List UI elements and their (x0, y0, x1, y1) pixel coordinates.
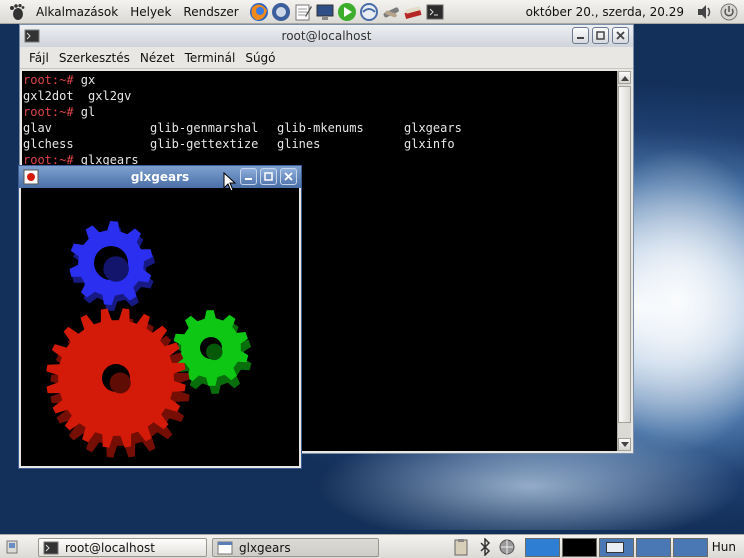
clipboard-icon[interactable] (452, 538, 471, 556)
terminal-line: glav glib-genmarshal glib-mkenums glxgea… (23, 120, 617, 136)
blue-gear (69, 221, 155, 311)
completion-item: glchess (23, 137, 74, 151)
completion-item: glxinfo (404, 137, 455, 151)
terminal-menubar: Fájl Szerkesztés Nézet Terminál Súgó (20, 47, 633, 69)
terminal-line: root:~# gx (23, 72, 617, 88)
terminal-line: glchess glib-gettextize glines glxinfo (23, 136, 617, 152)
task-glxgears[interactable]: glxgears (212, 538, 379, 557)
keyboard-layout[interactable]: Hun (712, 535, 736, 558)
chevron-up-icon (620, 75, 629, 81)
terminal-line: root:~# gl (23, 104, 617, 120)
completion-item: glib-genmarshal (150, 121, 259, 135)
prompt: root:~# (23, 73, 81, 87)
glxgears-task-icon (217, 541, 233, 554)
monitor-icon[interactable] (315, 1, 336, 22)
task-terminal[interactable]: root@localhost (38, 538, 207, 557)
close-button[interactable] (612, 27, 629, 44)
output: gxl2dot gxl2gv (23, 89, 132, 103)
clock[interactable]: október 20., szerda, 20.29 (526, 0, 684, 24)
close-icon (616, 31, 625, 40)
completion-item: glib-gettextize (150, 137, 259, 151)
gl-canvas[interactable] (21, 188, 299, 466)
menu-edit[interactable]: Szerkesztés (54, 51, 135, 65)
glxgears-titlebar[interactable]: glxgears (19, 166, 301, 188)
gears-render (46, 221, 252, 458)
bluetooth-icon[interactable] (476, 537, 495, 557)
network-icon[interactable] (359, 1, 380, 22)
media-player-icon[interactable] (337, 1, 358, 22)
maximize-button[interactable] (260, 168, 277, 185)
maximize-icon (596, 31, 605, 40)
glxgears-window: glxgears (18, 165, 302, 469)
chevron-down-icon (620, 441, 629, 447)
workspace-5[interactable] (673, 538, 708, 557)
menu-applications[interactable]: Alkalmazások (30, 0, 124, 24)
minimize-icon (577, 37, 584, 39)
terminal-line: gxl2dot gxl2gv (23, 88, 617, 104)
terminal-scrollbar[interactable] (617, 71, 631, 451)
shutdown-icon[interactable] (720, 3, 738, 21)
workspace-4[interactable] (636, 538, 671, 557)
close-button[interactable] (280, 168, 297, 185)
green-gear (173, 310, 252, 394)
task-label: glxgears (239, 540, 291, 555)
menu-system[interactable]: Rendszer (177, 0, 244, 24)
menu-view[interactable]: Nézet (135, 51, 180, 65)
close-icon (284, 172, 293, 181)
scroll-down-button[interactable] (618, 438, 631, 451)
maximize-button[interactable] (592, 27, 609, 44)
completion-item: glib-mkenums (277, 121, 364, 135)
prompt: root:~# (23, 105, 81, 119)
volume-icon[interactable] (696, 4, 714, 20)
menu-file[interactable]: Fájl (24, 51, 54, 65)
maximize-icon (264, 172, 273, 181)
task-label: root@localhost (65, 540, 155, 555)
scroll-up-button[interactable] (618, 71, 631, 84)
completion-item: glxgears (404, 121, 462, 135)
thunderbird-icon[interactable] (271, 1, 292, 22)
gnome-foot-icon[interactable] (6, 2, 28, 22)
tools-icon[interactable] (381, 1, 402, 22)
command: gx (80, 73, 96, 87)
books-icon[interactable] (403, 1, 424, 22)
minimize-icon (245, 178, 252, 180)
scroll-thumb[interactable] (618, 86, 631, 423)
workspace-1[interactable] (525, 538, 560, 557)
network-tray-icon[interactable] (498, 538, 517, 556)
show-desktop-icon[interactable] (6, 539, 18, 555)
minimize-button[interactable] (240, 168, 257, 185)
completion-item: glav (23, 121, 52, 135)
mouse-cursor (223, 172, 237, 192)
menu-places[interactable]: Helyek (124, 0, 177, 24)
minimize-button[interactable] (572, 27, 589, 44)
top-panel: Alkalmazások Helyek Rendszer október 20.… (0, 0, 744, 24)
firefox-icon[interactable] (249, 1, 270, 22)
terminal-titlebar[interactable]: root@localhost (20, 25, 633, 47)
editor-icon[interactable] (293, 1, 314, 22)
workspace-2[interactable] (562, 538, 597, 557)
terminal-task-icon (43, 541, 59, 554)
terminal-title: root@localhost (281, 29, 372, 43)
completion-item: glines (277, 137, 321, 151)
menu-help[interactable]: Súgó (240, 51, 280, 65)
red-gear (46, 308, 190, 458)
terminal-launcher-icon[interactable] (425, 1, 446, 22)
bottom-panel: root@localhost glxgears Hun (0, 534, 744, 558)
menu-terminal[interactable]: Terminál (180, 51, 241, 65)
command: gl (80, 105, 96, 119)
workspace-3[interactable] (599, 538, 634, 557)
